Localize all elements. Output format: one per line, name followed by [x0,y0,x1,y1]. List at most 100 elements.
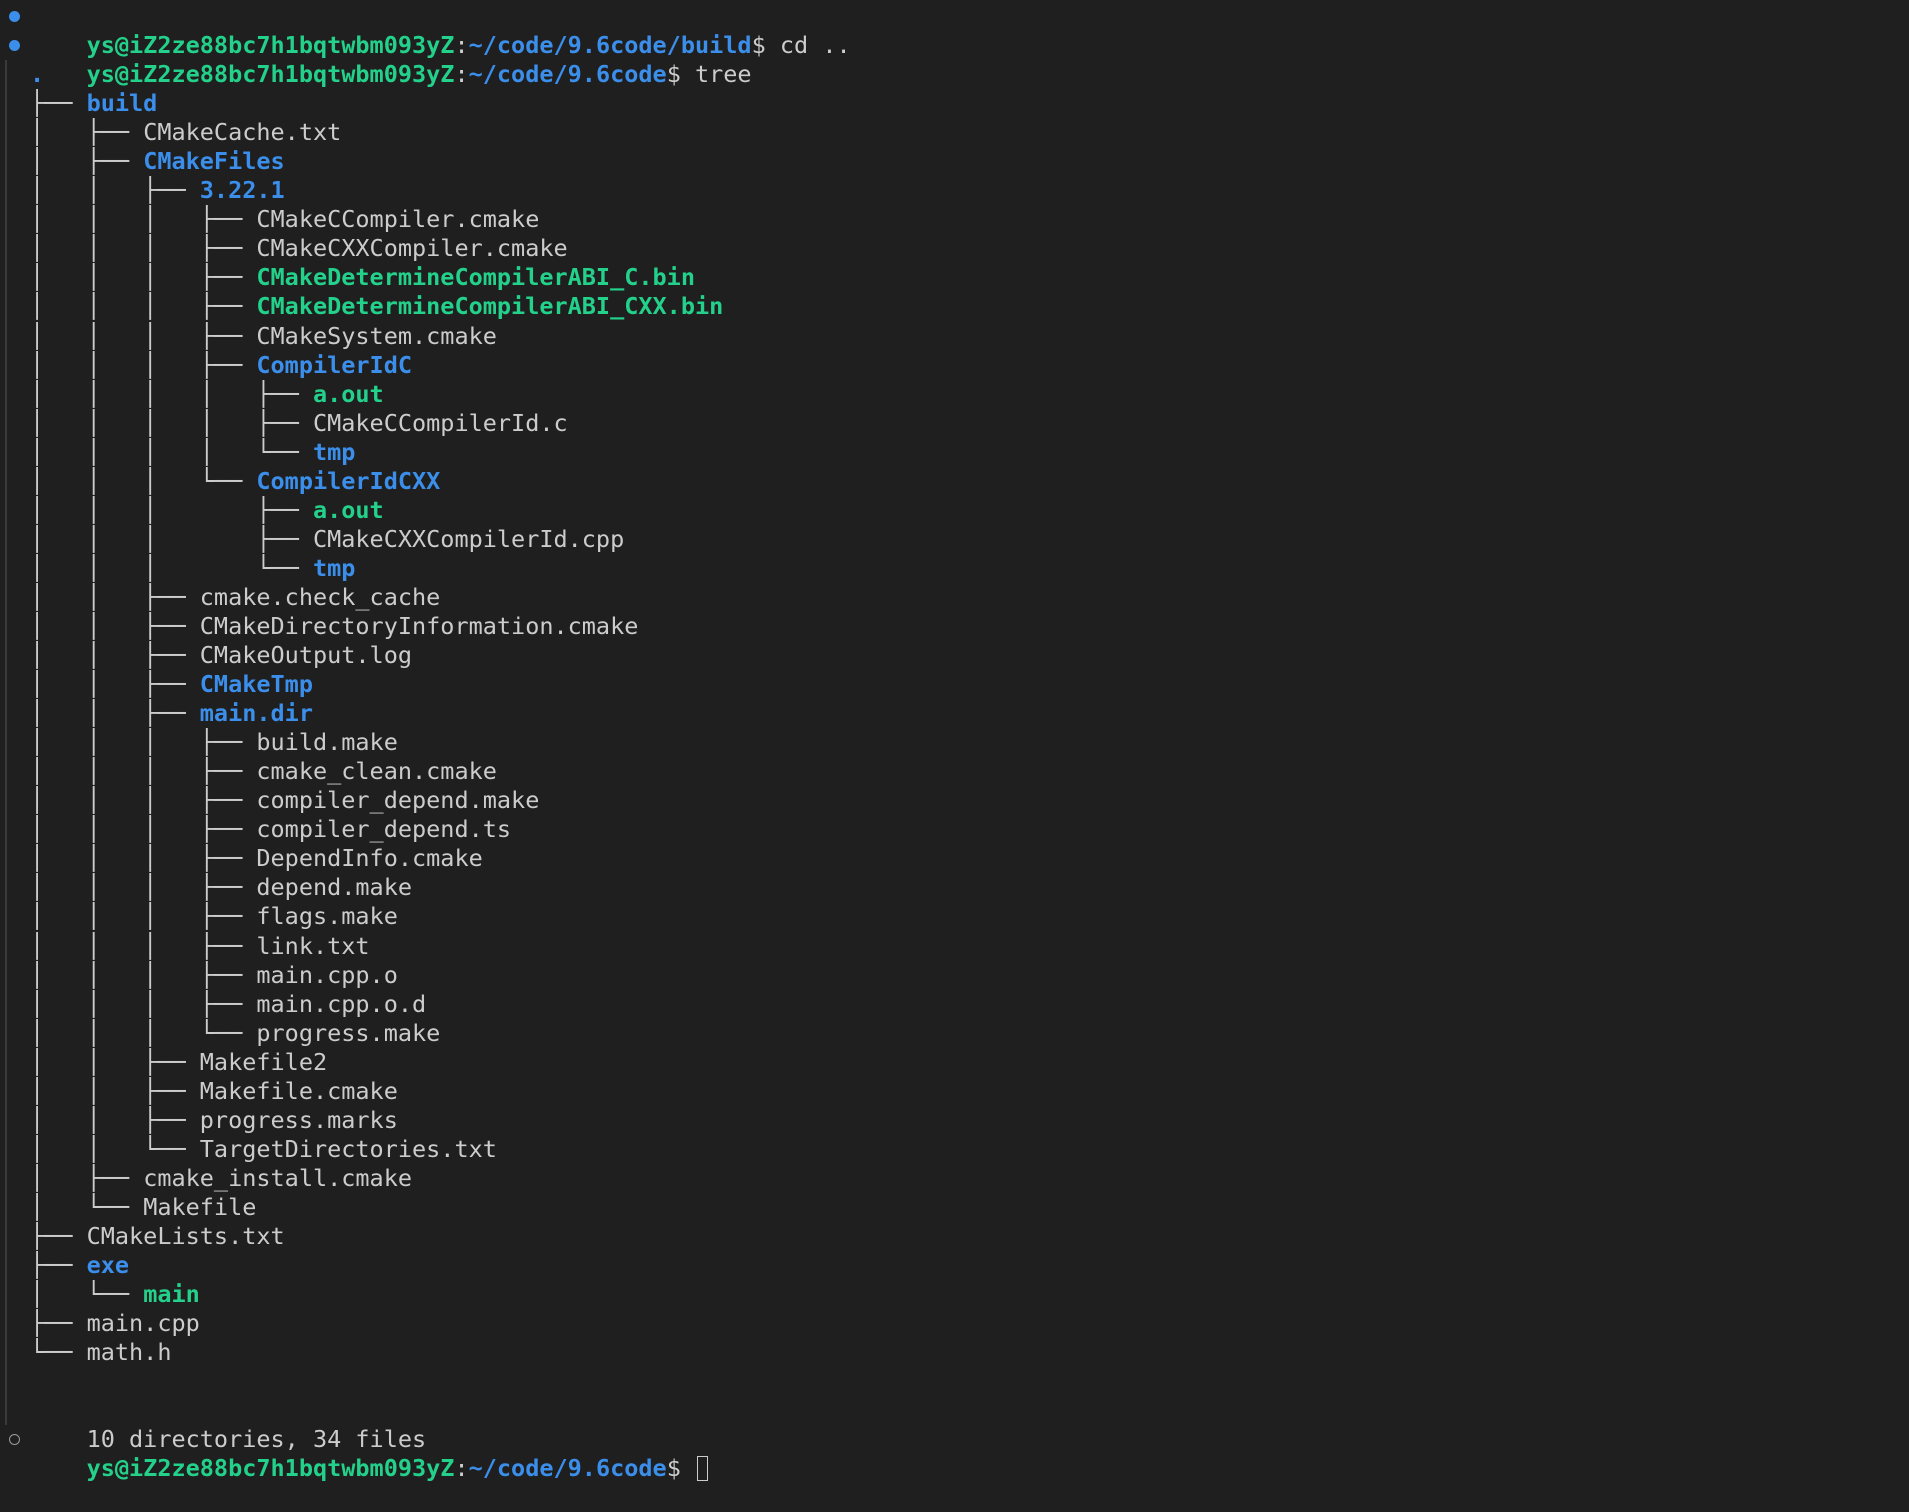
tree-file: math.h [86,1338,172,1367]
tree-row: │ │ ├── CMakeDirectoryInformation.cmake [0,611,1909,642]
output-bar [5,1076,7,1106]
success-dot-icon[interactable] [9,11,20,22]
tree-branch: │ │ ├── [30,1076,200,1105]
tree-row: │ │ │ ├── main.cpp.o.d [0,989,1909,1019]
tree-output: . ├── build │ ├── CMakeCache.txt │ ├── CMak… [0,60,1909,1368]
command-decoration[interactable] [0,1425,30,1454]
tree-branch: ├── [30,1251,87,1280]
output-bar [5,1163,7,1193]
tree-file: Makefile [143,1192,257,1221]
tree-directory: CompilerIdCXX [256,466,441,495]
output-bar [5,1018,7,1048]
tree-row: │ │ │ ├── link.txt [0,931,1909,961]
tree-row: │ │ │ ├── CMakeCXXCompiler.cmake [0,234,1909,264]
output-bar [5,1134,7,1164]
output-bar [5,176,7,206]
tree-row: │ │ │ │ └── tmp [0,437,1909,467]
text-cursor[interactable] [697,1456,708,1482]
output-gutter [0,960,30,990]
tree-directory: main.dir [199,699,313,728]
tree-branch: │ │ │ │ ├── [30,408,313,437]
output-bar [5,1280,7,1310]
tree-branch: │ │ │ ├── [30,989,257,1018]
tree-branch: │ │ │ ├── [30,960,257,989]
output-bar [5,1192,7,1222]
output-bar [5,989,7,1019]
tree-row: │ │ └── TargetDirectories.txt [0,1134,1909,1164]
output-gutter [0,60,30,90]
tree-row: ├── main.cpp [0,1309,1909,1339]
current-prompt-line[interactable]: ys@iZ2ze88bc7h1bqtwbm093yZ:~/code/9.6cod… [0,1425,1909,1482]
success-dot-icon[interactable] [9,40,20,52]
output-gutter [0,989,30,1019]
tree-branch: │ │ │ │ ├── [30,379,313,408]
tree-executable: a.out [312,379,384,408]
tree-row: │ │ │ ├── CMakeDetermineCompilerABI_C.bi… [0,263,1909,293]
tree-row: │ │ │ ├── CMakeCCompiler.cmake [0,205,1909,235]
output-bar [5,931,7,961]
tree-row: │ │ │ └── CompilerIdCXX [0,466,1909,496]
output-gutter [0,263,30,293]
tree-file: CMakeDirectoryInformation.cmake [199,611,639,640]
output-gutter [0,1047,30,1077]
output-gutter [0,1396,30,1426]
tree-file: CMakeCCompiler.cmake [256,205,540,234]
output-gutter [0,931,30,961]
output-bar [5,408,7,438]
command-decoration[interactable] [0,2,30,31]
tree-branch: │ └── [30,1280,144,1309]
tree-row: ├── CMakeLists.txt [0,1221,1909,1252]
tree-file: cmake_install.cmake [143,1163,413,1192]
output-bar [5,89,7,119]
tree-row: │ │ │ │ ├── a.out [0,379,1909,409]
tree-branch: │ │ │ ├── [30,205,257,234]
output-bar [5,786,7,816]
pending-dot-icon[interactable] [9,1434,20,1446]
tree-branch: │ ├── [30,147,144,176]
tree-branch: │ ├── [30,118,144,147]
output-bar [5,437,7,467]
output-bar [5,1309,7,1339]
output-gutter [0,1076,30,1106]
tree-file: CMakeLists.txt [86,1221,285,1250]
output-gutter [0,699,30,729]
output-gutter [0,670,30,700]
output-gutter [0,350,30,380]
tree-file: link.txt [256,931,370,960]
output-bar [5,641,7,671]
tree-branch: │ │ │ ├── [30,902,257,931]
tree-row: │ │ ├── main.dir [0,699,1909,729]
tree-row: │ │ │ ├── flags.make [0,902,1909,932]
terminal-output[interactable]: ys@iZ2ze88bc7h1bqtwbm093yZ:~/code/9.6cod… [0,2,1909,1482]
tree-executable: main [143,1280,200,1309]
output-bar [5,292,7,322]
output-bar [5,844,7,874]
command-decoration[interactable] [0,31,30,60]
tree-row: │ │ │ ├── cmake_clean.cmake [0,757,1909,787]
tree-row: │ ├── CMakeFiles [0,147,1909,177]
tree-file: Makefile.cmake [199,1076,398,1105]
tree-row: │ │ │ ├── compiler_depend.make [0,786,1909,816]
tree-file: build.make [256,728,398,757]
tree-branch: │ │ │ ├── [30,292,257,321]
output-gutter [0,205,30,235]
tree-row: │ │ │ ├── build.make [0,728,1909,758]
tree-directory: 3.22.1 [199,176,285,205]
output-gutter [0,1134,30,1164]
output-bar [5,234,7,264]
output-gutter [0,292,30,322]
tree-file: Makefile2 [199,1047,328,1076]
tree-row: │ │ ├── cmake.check_cache [0,582,1909,612]
output-bar [5,873,7,903]
output-gutter [0,1105,30,1135]
tree-row: ├── exe [0,1251,1909,1281]
tree-branch: │ │ │ └── [30,553,313,582]
tree-row: │ │ ├── progress.marks [0,1105,1909,1135]
tree-row: └── math.h [0,1338,1909,1368]
tree-file: cmake.check_cache [199,582,441,611]
output-gutter [0,611,30,642]
tree-row: │ │ │ ├── CMakeCXXCompilerId.cpp [0,524,1909,554]
tree-row: │ │ ├── CMakeTmp [0,670,1909,700]
output-bar [5,118,7,148]
tree-branch: │ │ │ ├── [30,931,257,960]
